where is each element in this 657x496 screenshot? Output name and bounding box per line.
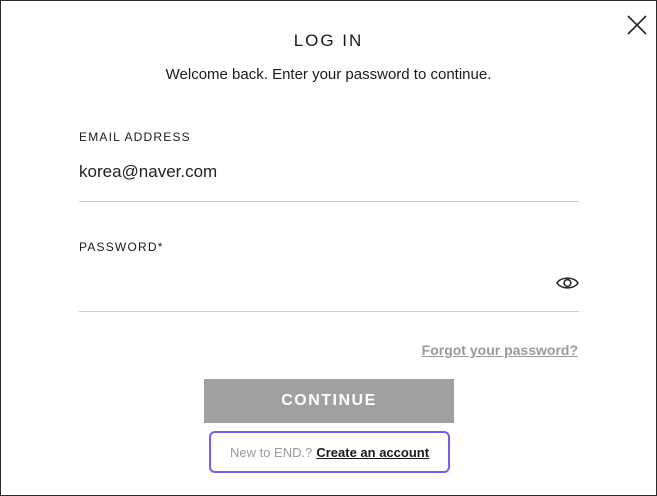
email-underline: [79, 201, 579, 202]
modal-title: LOG IN: [293, 31, 364, 50]
email-field[interactable]: korea@naver.com: [79, 162, 217, 182]
password-label: PASSWORD*: [79, 240, 164, 254]
login-modal: LOG IN Welcome back. Enter your password…: [0, 0, 657, 496]
password-underline: [79, 311, 579, 312]
modal-subtitle: Welcome back. Enter your password to con…: [165, 66, 492, 83]
new-to-prompt: New to END.?: [229, 444, 313, 460]
create-account-highlight: New to END.? Create an account: [209, 431, 450, 473]
continue-button[interactable]: CONTINUE: [204, 379, 454, 423]
email-label: EMAIL ADDRESS: [79, 130, 191, 144]
password-field[interactable]: [79, 272, 539, 294]
forgot-password-link[interactable]: Forgot your password?: [422, 342, 578, 358]
eye-icon[interactable]: [556, 275, 579, 291]
create-account-link[interactable]: Create an account: [316, 445, 429, 460]
